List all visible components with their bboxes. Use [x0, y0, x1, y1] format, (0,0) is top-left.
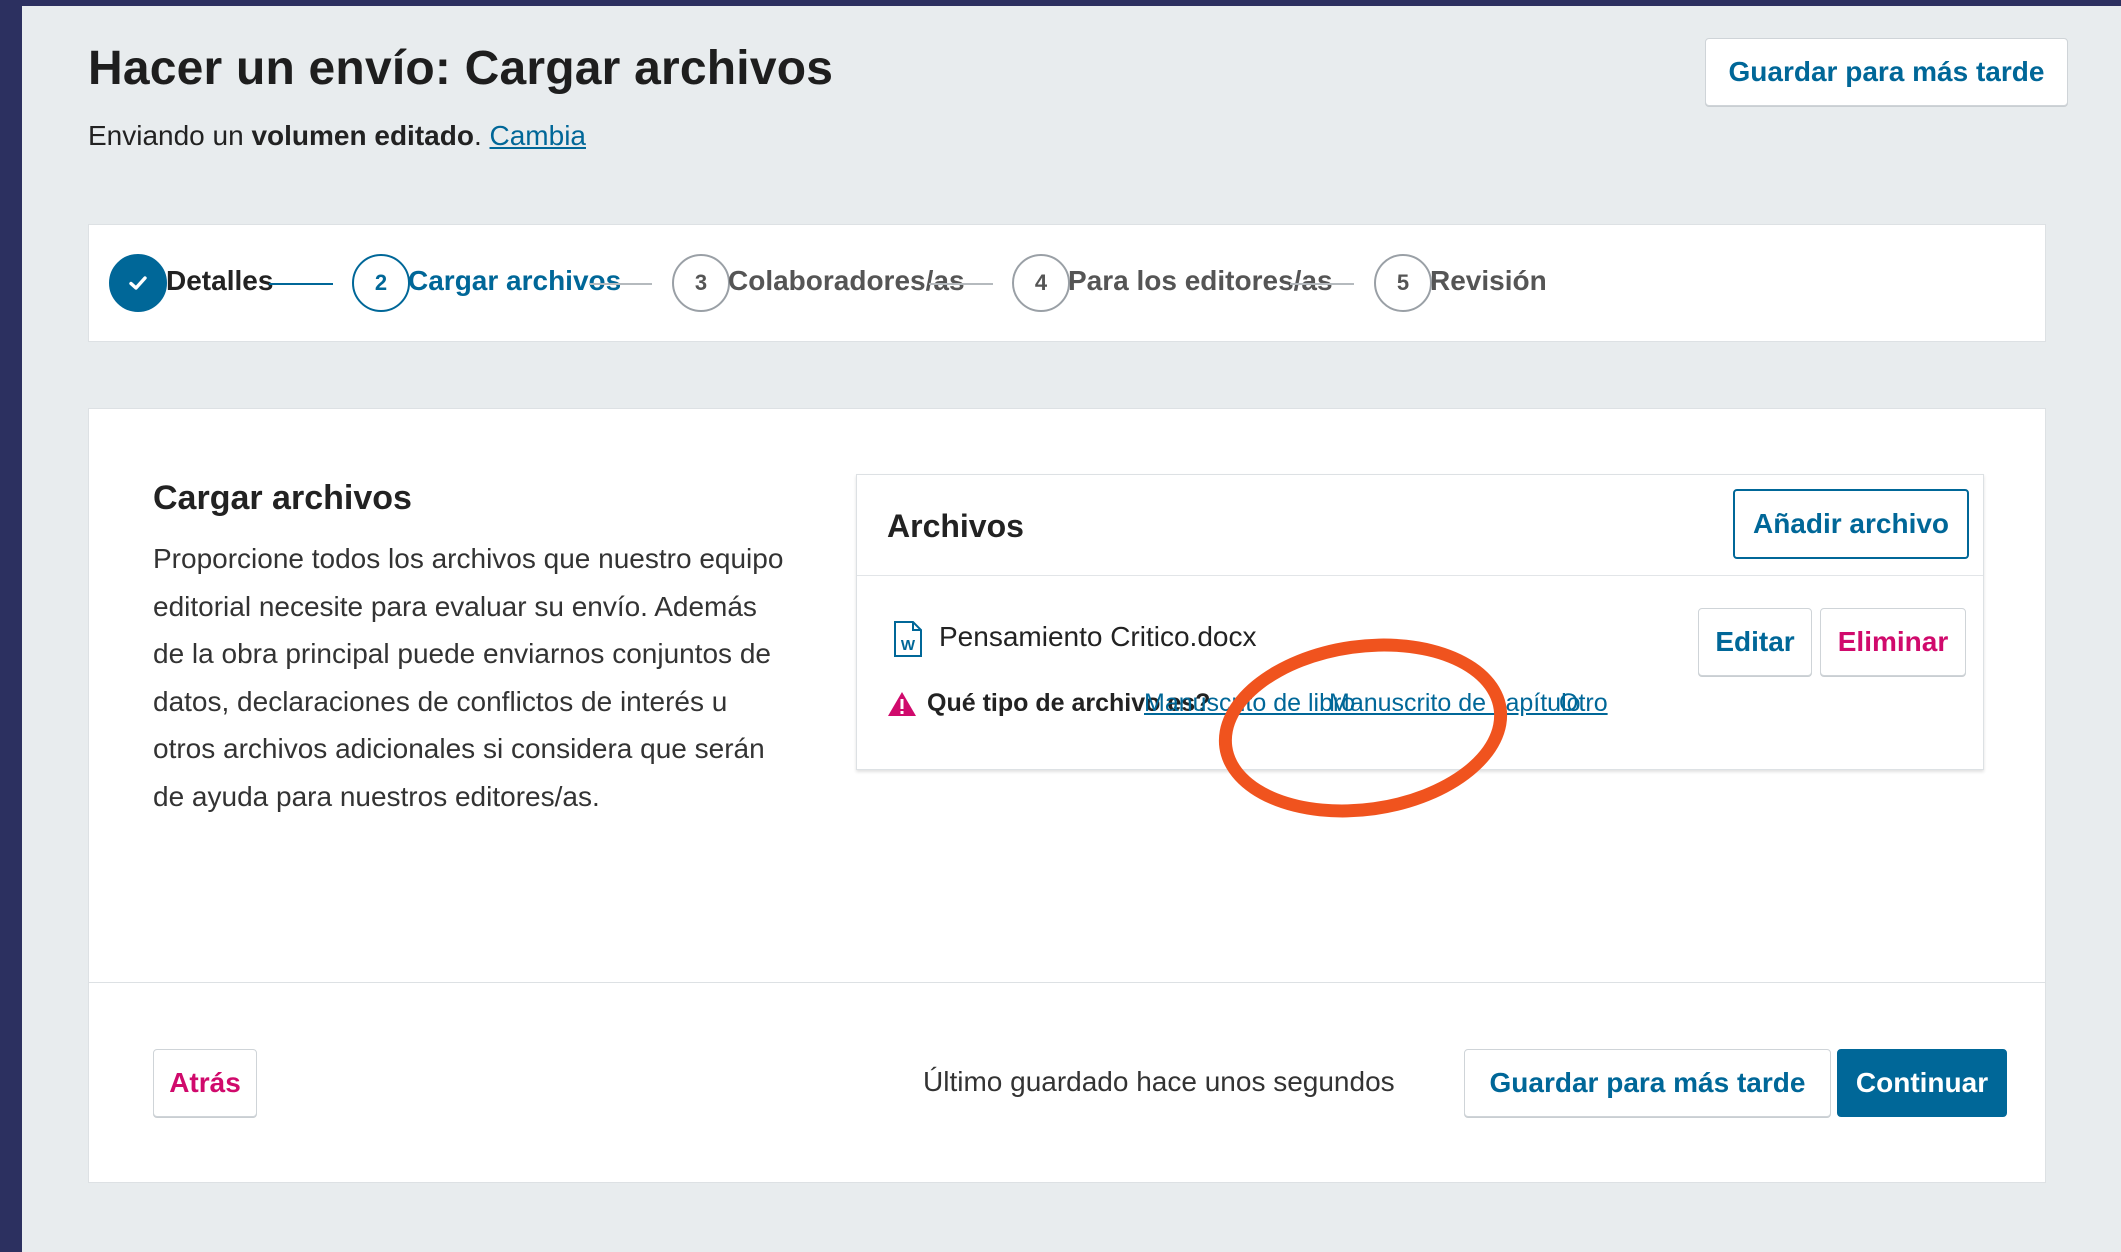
step-5-label[interactable]: Revisión [1430, 265, 1547, 297]
file-type-option-book-manuscript[interactable]: Manuscrito de libro [1144, 689, 1355, 718]
save-for-later-button-bottom[interactable]: Guardar para más tarde [1464, 1049, 1831, 1117]
file-type-option-other[interactable]: Otro [1559, 689, 1608, 718]
save-for-later-button[interactable]: Guardar para más tarde [1705, 38, 2068, 106]
progress-stepper: Detalles 2 Cargar archivos 3 Colaborador… [88, 224, 2046, 342]
submission-page: Hacer un envío: Cargar archivos Enviando… [88, 6, 2068, 1252]
app-frame: Hacer un envío: Cargar archivos Enviando… [22, 6, 2121, 1252]
svg-text:W: W [901, 637, 916, 654]
step-3-label[interactable]: Colaboradores/as [728, 265, 965, 297]
divider [89, 982, 2045, 983]
step-3-number[interactable]: 3 [672, 254, 730, 312]
upload-panel: Cargar archivos Proporcione todos los ar… [88, 408, 2046, 1183]
file-type-option-chapter-manuscript[interactable]: Manuscrito de capítulo [1329, 689, 1581, 718]
warning-icon [888, 692, 916, 716]
step-2-label[interactable]: Cargar archivos [408, 265, 621, 297]
step-connector [269, 283, 333, 285]
step-connector [929, 283, 993, 285]
submission-type-prefix: Enviando un [88, 120, 252, 151]
delete-file-button[interactable]: Eliminar [1820, 608, 1966, 676]
change-type-link[interactable]: Cambia [490, 120, 586, 151]
step-4-label[interactable]: Para los editores/as [1068, 265, 1333, 297]
continue-button[interactable]: Continuar [1837, 1049, 2007, 1117]
add-file-button[interactable]: Añadir archivo [1733, 489, 1969, 559]
step-1-check-icon[interactable] [109, 254, 167, 312]
submission-type-value: volumen editado [251, 120, 474, 151]
step-connector [1290, 283, 1354, 285]
step-5-number[interactable]: 5 [1374, 254, 1432, 312]
step-connector [589, 283, 652, 285]
back-button[interactable]: Atrás [153, 1049, 257, 1117]
file-name[interactable]: Pensamiento Critico.docx [939, 621, 1256, 653]
step-4-number[interactable]: 4 [1012, 254, 1070, 312]
divider [857, 575, 1983, 576]
submission-type-suffix: . [473, 120, 482, 151]
step-2-number[interactable]: 2 [352, 254, 410, 312]
submission-type-line: Enviando un volumen editado. Cambia [88, 120, 586, 152]
files-list-title: Archivos [887, 508, 1024, 544]
section-title: Cargar archivos [153, 479, 412, 517]
last-saved-status: Último guardado hace unos segundos [923, 1066, 1395, 1097]
edit-file-button[interactable]: Editar [1698, 608, 1812, 676]
page-title: Hacer un envío: Cargar archivos [88, 42, 834, 95]
files-list-panel: Archivos Añadir archivo W Pensamiento Cr… [856, 474, 1984, 770]
step-1-label[interactable]: Detalles [166, 265, 273, 297]
section-description: Proporcione todos los archivos que nuest… [153, 543, 784, 812]
word-document-icon: W [894, 621, 922, 657]
